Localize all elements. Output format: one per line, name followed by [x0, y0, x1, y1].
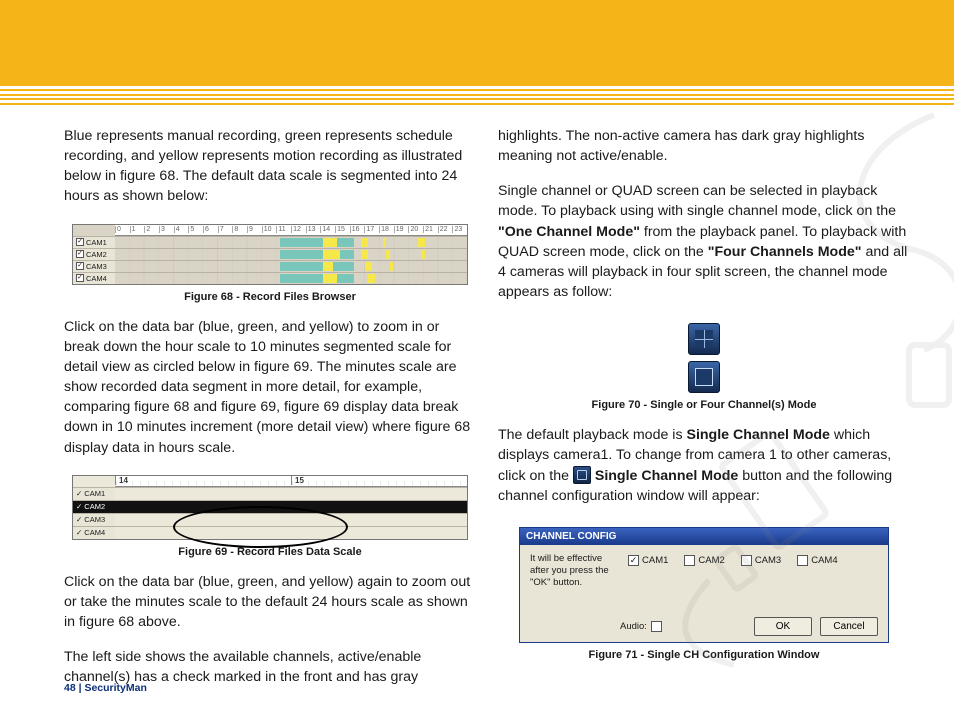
audio-checkbox[interactable]: Audio: [620, 621, 662, 632]
para-zoom-in: Click on the data bar (blue, green, and … [64, 317, 476, 458]
caption-71: Figure 71 - Single CH Configuration Wind… [498, 649, 910, 661]
check-icon: ✓ [76, 262, 84, 270]
page-footer: 48 | SecurityMan [64, 682, 147, 694]
cam3-checkbox[interactable]: CAM3 [741, 555, 781, 566]
fig68-row-4: ✓CAM4 [73, 272, 467, 284]
figure-70 [688, 323, 720, 393]
para-intro: Blue represents manual recording, green … [64, 126, 476, 207]
fig69-row-4: ✓CAM4 [73, 526, 467, 539]
caption-70: Figure 70 - Single or Four Channel(s) Mo… [498, 399, 910, 411]
check-icon: ✓ [76, 528, 82, 537]
para-zoom-out: Click on the data bar (blue, green, and … [64, 572, 476, 632]
check-icon: ✓ [76, 250, 84, 258]
check-icon: ✓ [76, 489, 82, 498]
header-rules [0, 86, 954, 108]
figure-69: 14 15 ✓CAM1 ✓CAM2 [72, 475, 468, 540]
fig69-ruler: 14 15 [115, 476, 467, 487]
left-column: Blue represents manual recording, green … [64, 126, 476, 688]
cam4-checkbox[interactable]: CAM4 [797, 555, 837, 566]
fig69-row-3: ✓CAM3 [73, 513, 467, 526]
single-channel-mode-button[interactable] [688, 361, 720, 393]
cancel-button[interactable]: Cancel [820, 617, 878, 636]
ok-button[interactable]: OK [754, 617, 812, 636]
fig69-row-2-selected: ✓CAM2 [73, 500, 467, 513]
right-column: highlights. The non-active camera has da… [498, 126, 910, 688]
figure-68: 0 1 2 3 4 5 6 7 8 9 10 11 12 13 14 15 16… [72, 224, 468, 285]
check-icon: ✓ [76, 515, 82, 524]
fig68-row-1: ✓CAM1 [73, 236, 467, 248]
fig68-row-2: ✓CAM2 [73, 248, 467, 260]
para-highlights: highlights. The non-active camera has da… [498, 126, 910, 166]
four-channel-mode-button[interactable] [688, 323, 720, 355]
quad-icon [695, 330, 713, 348]
caption-68: Figure 68 - Record Files Browser [64, 291, 476, 303]
figure-71-channel-config-dialog: CHANNEL CONFIG It will be effective afte… [519, 527, 889, 643]
cam2-checkbox[interactable]: CAM2 [684, 555, 724, 566]
header-band [0, 0, 954, 86]
single-icon [695, 368, 713, 386]
fig68-ruler: 0 1 2 3 4 5 6 7 8 9 10 11 12 13 14 15 16… [115, 225, 467, 236]
para-channel-modes: Single channel or QUAD screen can be sel… [498, 181, 910, 302]
cam1-checkbox[interactable]: ✓CAM1 [628, 555, 668, 566]
para-default-mode: The default playback mode is Single Chan… [498, 425, 910, 506]
caption-69: Figure 69 - Record Files Data Scale [64, 546, 476, 558]
fig68-row-3: ✓CAM3 [73, 260, 467, 272]
check-icon: ✓ [76, 238, 84, 246]
fig69-row-1: ✓CAM1 [73, 487, 467, 500]
single-channel-mode-icon [573, 466, 591, 484]
dialog-titlebar: CHANNEL CONFIG [520, 528, 888, 545]
check-icon: ✓ [76, 502, 82, 511]
dialog-note: It will be effective after you press the… [530, 553, 620, 589]
check-icon: ✓ [76, 274, 84, 282]
